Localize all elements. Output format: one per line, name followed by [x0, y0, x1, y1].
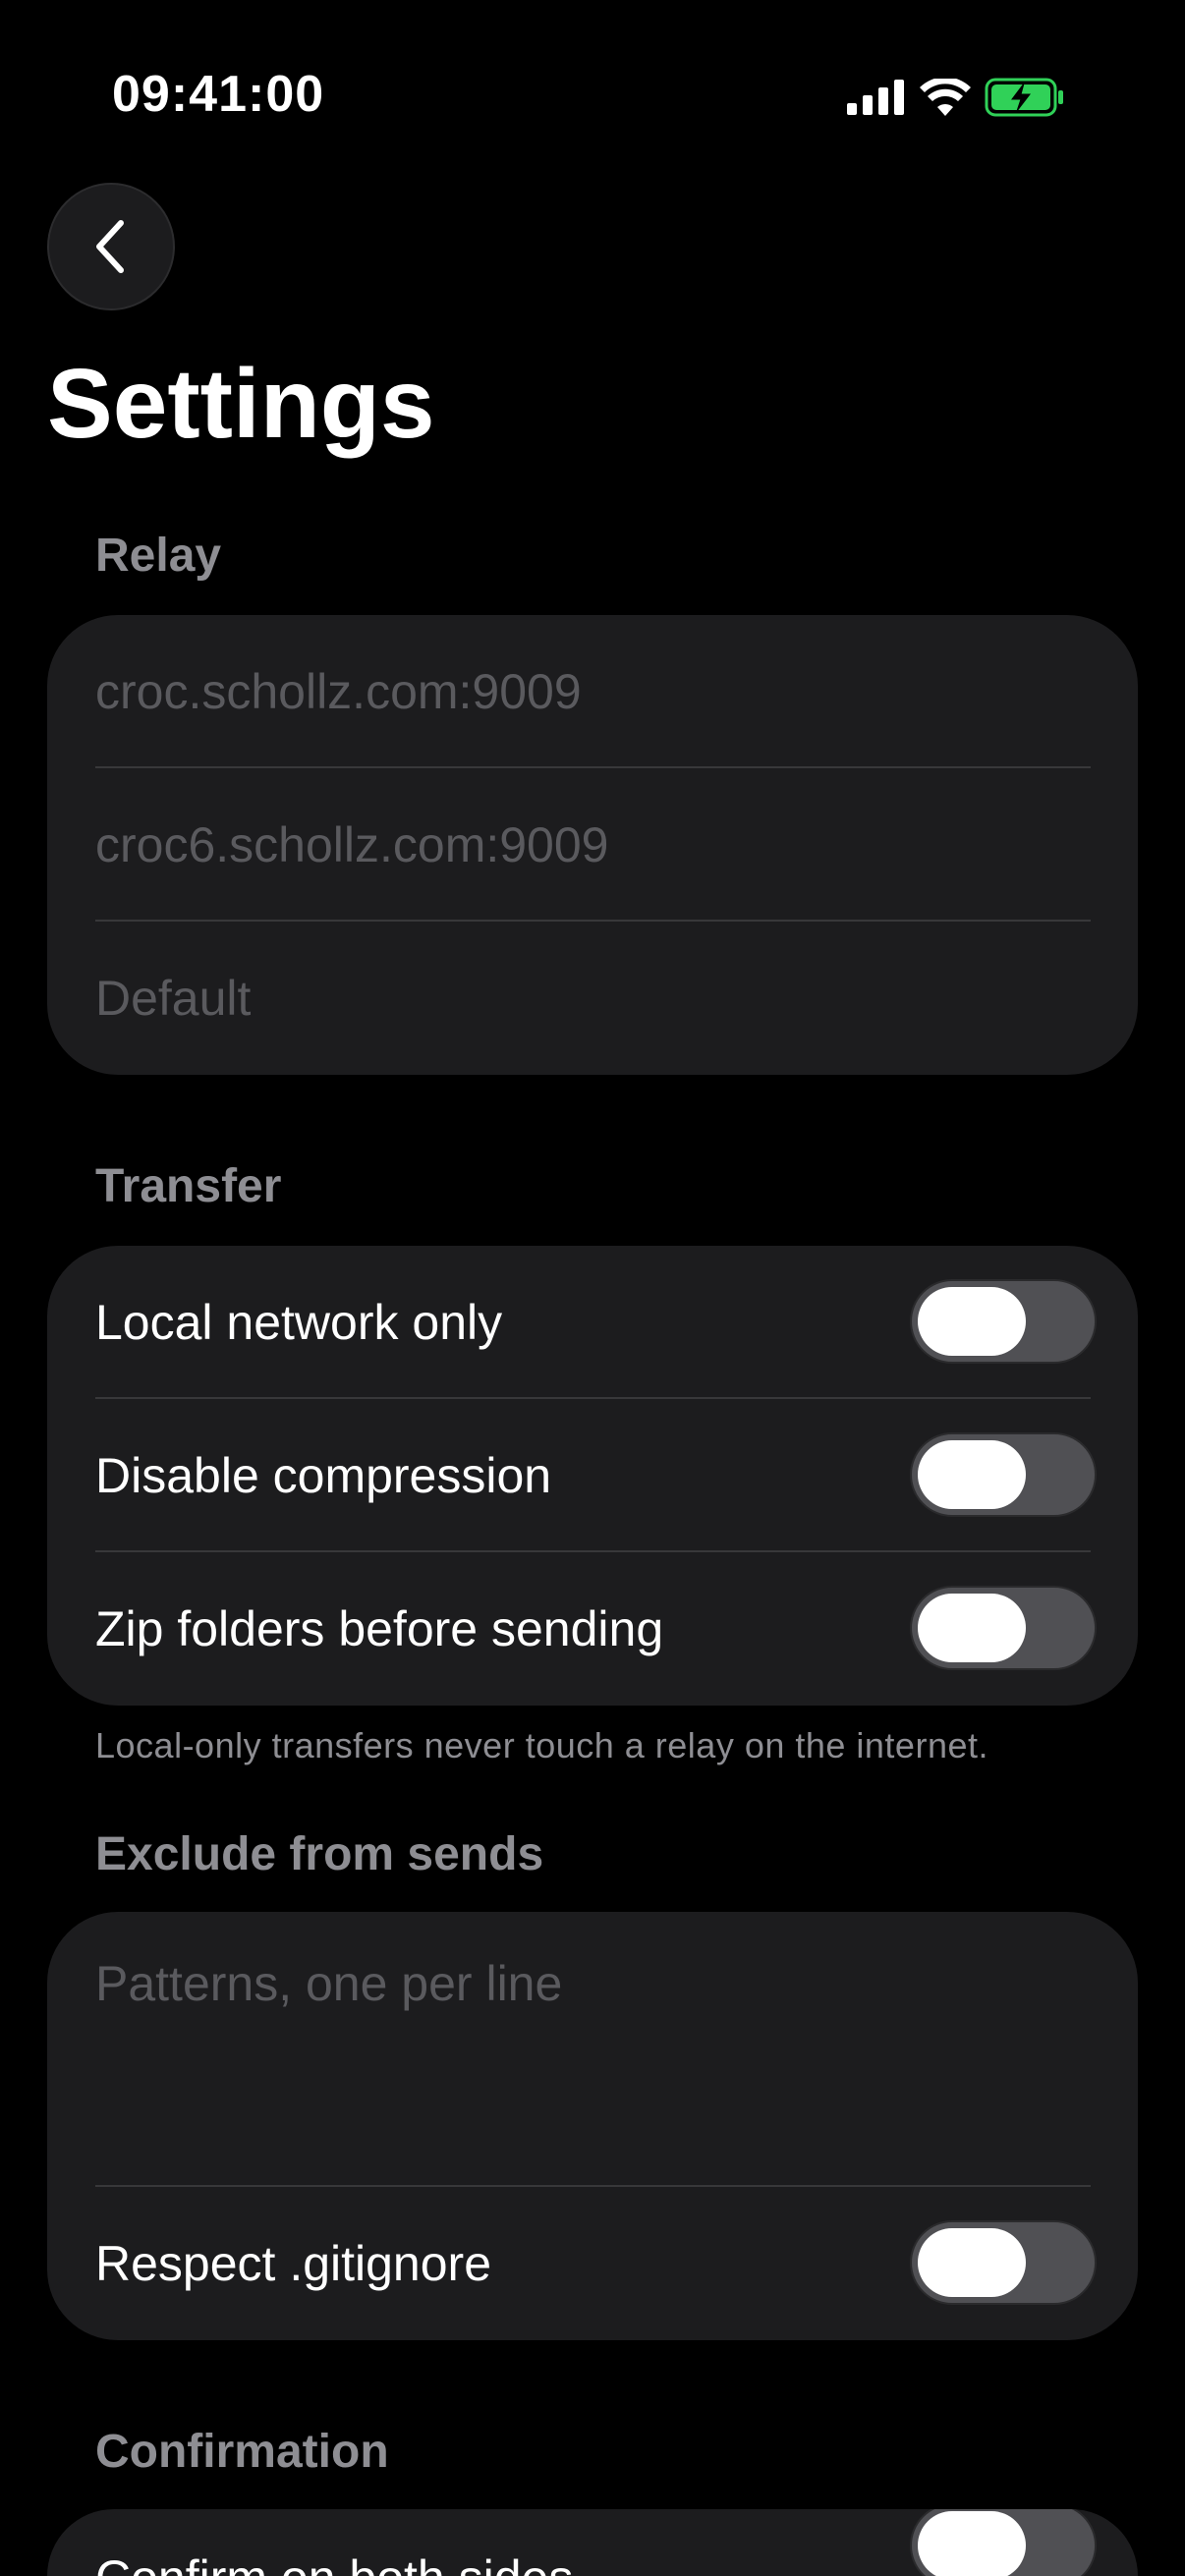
relay-field-2-placeholder: croc6.schollz.com:9009	[95, 817, 609, 872]
local-network-only-row: Local network only	[47, 1246, 1138, 1399]
confirm-both-sides-label: Confirm on both sides	[95, 2549, 573, 2576]
toggle-knob	[918, 1287, 1026, 1356]
toggle-knob	[918, 1440, 1026, 1509]
zip-folders-row: Zip folders before sending	[47, 1552, 1138, 1706]
relay-field-3[interactable]: Default	[47, 922, 1138, 1075]
status-time: 09:41:00	[112, 66, 325, 123]
page-title: Settings	[47, 349, 435, 459]
respect-gitignore-toggle[interactable]	[910, 2220, 1097, 2305]
relay-field-1-placeholder: croc.schollz.com:9009	[95, 664, 582, 719]
disable-compression-toggle[interactable]	[910, 1432, 1097, 1517]
relay-field-2[interactable]: croc6.schollz.com:9009	[47, 768, 1138, 922]
toggle-knob	[918, 2228, 1026, 2297]
local-network-only-label: Local network only	[95, 1295, 503, 1350]
confirm-both-sides-toggle[interactable]	[910, 2509, 1097, 2576]
transfer-card: Local network only Disable compression Z…	[47, 1246, 1138, 1706]
chevron-left-icon	[96, 220, 124, 273]
local-network-only-toggle[interactable]	[910, 1279, 1097, 1364]
confirm-both-sides-row: Confirm on both sides	[47, 2509, 1138, 2576]
zip-folders-label: Zip folders before sending	[95, 1601, 664, 1656]
relay-field-1[interactable]: croc.schollz.com:9009	[47, 615, 1138, 768]
back-button[interactable]	[47, 183, 175, 310]
exclude-patterns-placeholder: Patterns, one per line	[95, 1956, 563, 2011]
disable-compression-row: Disable compression	[47, 1399, 1138, 1552]
exclude-card: Patterns, one per line Respect .gitignor…	[47, 1912, 1138, 2340]
status-bar: 09:41:00	[0, 0, 1185, 196]
relay-field-3-placeholder: Default	[95, 971, 252, 1026]
transfer-section-header: Transfer	[95, 1160, 282, 1212]
transfer-footnote: Local-only transfers never touch a relay…	[95, 1725, 988, 1765]
confirmation-section-header: Confirmation	[95, 2426, 389, 2478]
status-icons	[847, 75, 1065, 120]
confirmation-card: Confirm on both sides	[47, 2509, 1138, 2576]
respect-gitignore-label: Respect .gitignore	[95, 2236, 492, 2291]
exclude-patterns-input[interactable]: Patterns, one per line	[47, 1912, 1138, 2187]
cellular-signal-icon	[847, 80, 904, 115]
battery-charging-icon	[985, 78, 1063, 117]
toggle-knob	[918, 2511, 1026, 2576]
relay-section-header: Relay	[95, 530, 222, 582]
exclude-section-header: Exclude from sends	[95, 1828, 544, 1880]
disable-compression-label: Disable compression	[95, 1448, 552, 1503]
respect-gitignore-row: Respect .gitignore	[47, 2187, 1138, 2340]
wifi-icon	[920, 79, 971, 116]
relay-card: croc.schollz.com:9009 croc6.schollz.com:…	[47, 615, 1138, 1075]
zip-folders-toggle[interactable]	[910, 1586, 1097, 1670]
toggle-knob	[918, 1594, 1026, 1662]
